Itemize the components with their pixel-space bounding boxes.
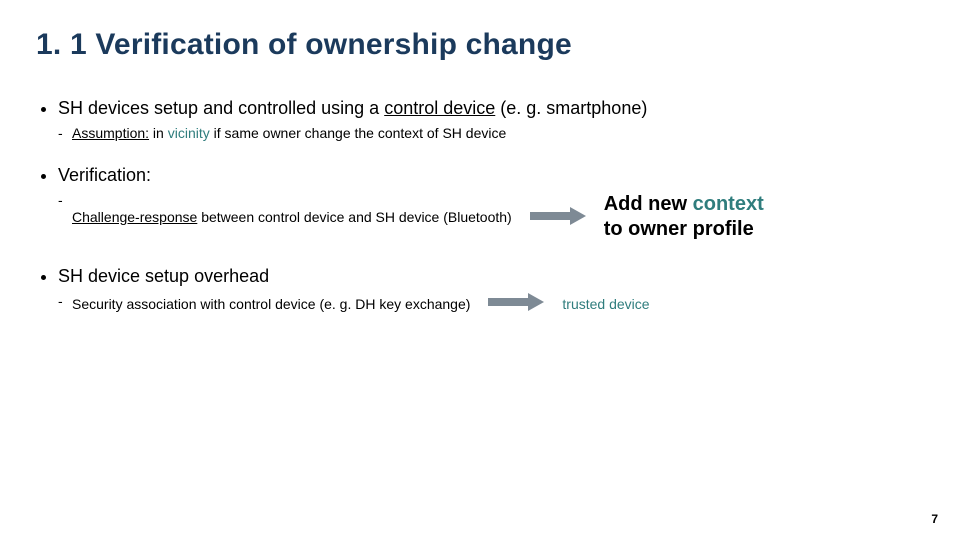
bullet2-row: Challenge-response between control devic…	[72, 192, 924, 242]
slide-title: 1. 1 Verification of ownership change	[36, 28, 924, 62]
bullet3-row: Security association with control device…	[72, 293, 924, 314]
bullet-list: SH devices setup and controlled using a …	[36, 98, 924, 314]
bullet1-sub-emph: vicinity	[168, 125, 210, 141]
callout-line2: to owner profile	[604, 218, 754, 240]
bullet-setup-overhead: SH device setup overhead Security associ…	[58, 266, 924, 314]
bullet1-sub-assumption: Assumption: in vicinity if same owner ch…	[72, 125, 924, 141]
bullet2-sub-text: Challenge-response between control devic…	[72, 209, 512, 225]
bullet1-sub-label: Assumption:	[72, 125, 149, 141]
bullet3-label: SH device setup overhead	[58, 266, 269, 286]
arrow-icon	[488, 293, 544, 314]
callout-line1a: Add new	[604, 193, 693, 215]
bullet3-sub-result: trusted device	[562, 296, 649, 312]
bullet3-sub-text: Security association with control device…	[72, 296, 470, 312]
callout-line1b: context	[693, 193, 764, 215]
bullet2-sublist: Challenge-response between control devic…	[58, 192, 924, 242]
bullet2-sub: Challenge-response between control devic…	[72, 192, 924, 242]
bullet1-link: control device	[384, 98, 495, 118]
page-number: 7	[931, 512, 938, 526]
bullet-control-device: SH devices setup and controlled using a …	[58, 98, 924, 141]
arrow-icon	[530, 207, 586, 228]
bullet3-sub: Security association with control device…	[72, 293, 924, 314]
bullet1-sub-text2: if same owner change the context of SH d…	[210, 125, 507, 141]
callout-add-context: Add new context to owner profile	[604, 192, 764, 242]
slide: 1. 1 Verification of ownership change SH…	[0, 0, 960, 540]
bullet1-sub-text1: in	[149, 125, 168, 141]
bullet-verification: Verification: Challenge-response between…	[58, 165, 924, 242]
bullet2-sub-rest: between control device and SH device (Bl…	[197, 209, 511, 225]
bullet1-prefix: SH devices setup and controlled using a	[58, 98, 384, 118]
bullet2-label: Verification:	[58, 165, 151, 185]
bullet2-sub-link: Challenge-response	[72, 209, 197, 225]
bullet1-sublist: Assumption: in vicinity if same owner ch…	[58, 125, 924, 141]
bullet3-sublist: Security association with control device…	[58, 293, 924, 314]
bullet1-suffix: (e. g. smartphone)	[495, 98, 647, 118]
